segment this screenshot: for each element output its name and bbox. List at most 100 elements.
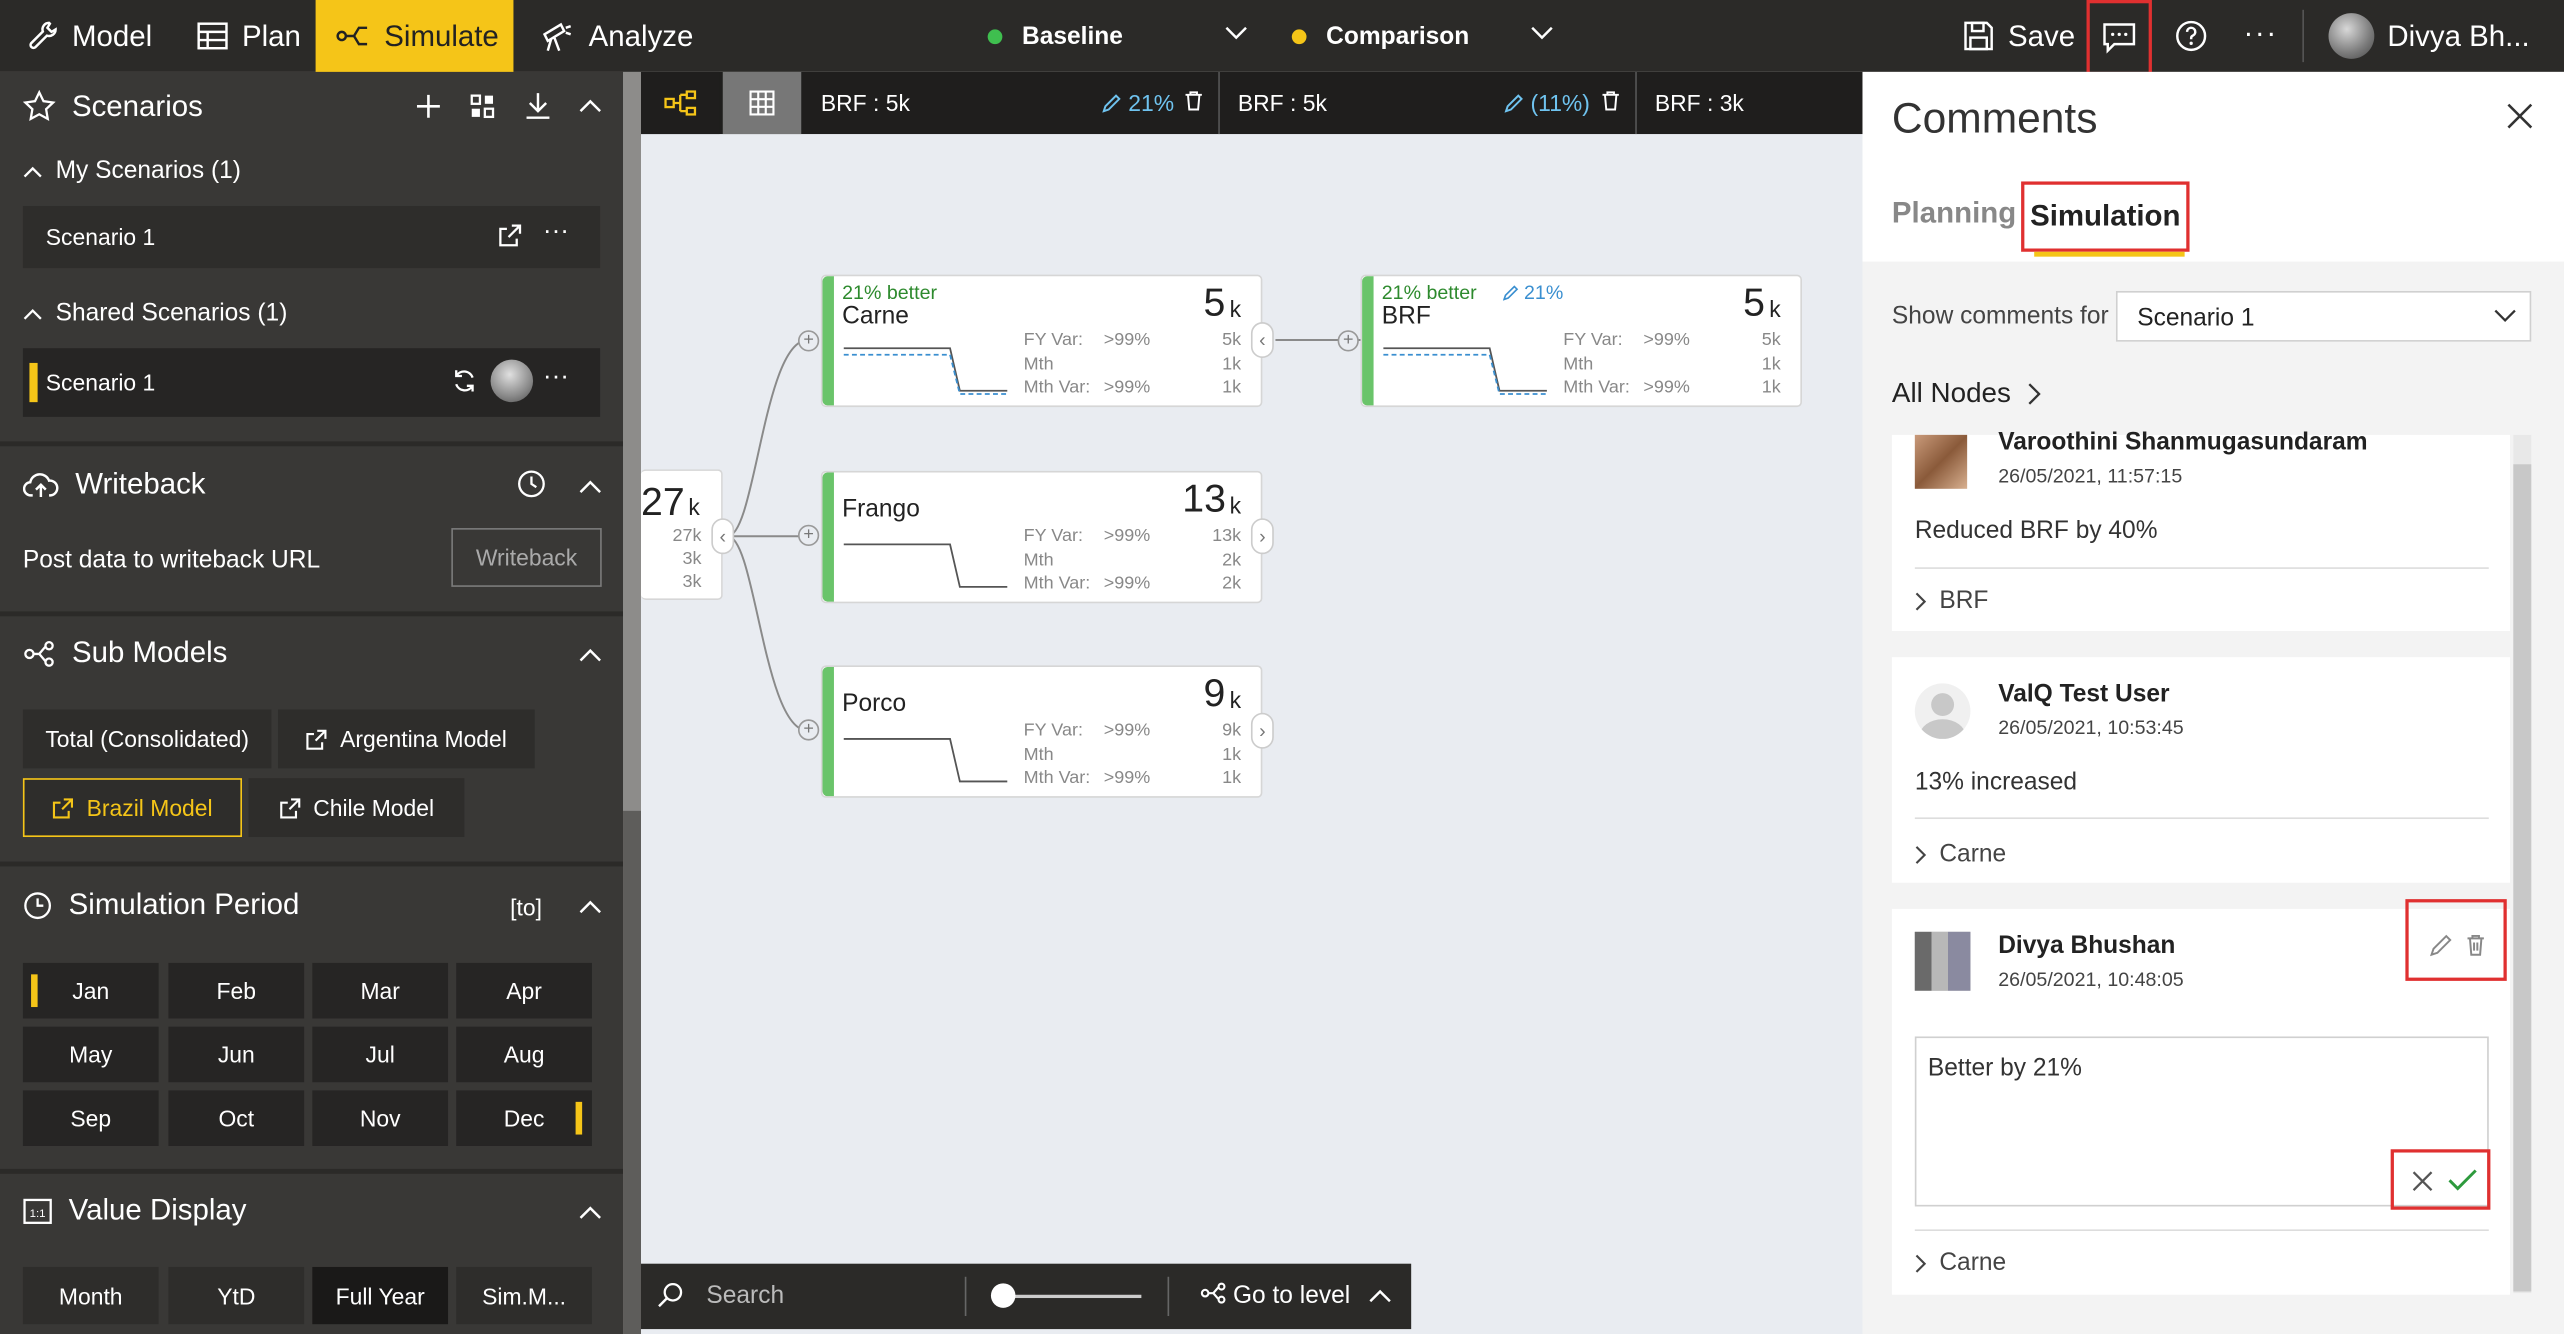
node-frango[interactable]: Frango 13 k FY Var: >99% 13k Mth 2k Mth Var: >99%… xyxy=(820,470,1263,604)
trash-icon[interactable] xyxy=(2466,933,2486,956)
zoom-slider-track[interactable] xyxy=(994,1294,1142,1299)
expand-carne[interactable]: + xyxy=(797,330,820,352)
search-input[interactable]: Search xyxy=(706,1282,784,1310)
period-range-marker[interactable] xyxy=(575,1101,583,1135)
tab-planning[interactable]: Planning xyxy=(1892,196,2016,230)
close-icon[interactable] xyxy=(2505,101,2534,130)
month-nov[interactable]: Nov xyxy=(312,1090,449,1146)
value-option-3[interactable]: Sim.M... xyxy=(456,1266,592,1325)
month-aug[interactable]: Aug xyxy=(456,1026,592,1083)
canvas-bottom-bar: Search Go to level xyxy=(640,1263,1412,1330)
add-scenario-icon[interactable] xyxy=(415,93,441,119)
collapse-arrow[interactable]: ‹ xyxy=(1250,322,1274,359)
month-dec[interactable]: Dec xyxy=(456,1090,592,1146)
download-icon[interactable] xyxy=(525,92,551,121)
chevron-up-icon[interactable] xyxy=(579,1205,602,1221)
chevron-up-icon[interactable] xyxy=(579,899,602,915)
expand-brf[interactable]: + xyxy=(1337,330,1359,352)
period-range-marker[interactable] xyxy=(31,974,38,1008)
layout-icon[interactable] xyxy=(469,93,495,119)
comment-node-link[interactable]: Carne xyxy=(1915,1249,2006,1277)
save-button[interactable]: Save xyxy=(1943,0,2080,72)
month-oct[interactable]: Oct xyxy=(168,1090,305,1146)
expand-arrow[interactable]: › xyxy=(1250,712,1274,749)
writeback-header[interactable]: Writeback xyxy=(22,468,206,502)
pencil-icon[interactable] xyxy=(2429,933,2453,957)
scenario-tab-2[interactable]: BRF : 5k (11%) xyxy=(1221,71,1637,135)
more-options-button[interactable]: ··· xyxy=(543,217,569,246)
submodels-header[interactable]: Sub Models xyxy=(23,636,227,670)
trash-icon[interactable] xyxy=(1184,90,1204,111)
month-sep[interactable]: Sep xyxy=(22,1090,159,1146)
month-may[interactable]: May xyxy=(22,1026,159,1083)
tree-view-button[interactable] xyxy=(640,71,720,135)
nav-analyze-label: Analyze xyxy=(588,18,694,52)
scenarios-header[interactable]: Scenarios xyxy=(22,88,203,124)
go-to-level-button[interactable]: Go to level xyxy=(1233,1282,1350,1310)
nav-plan[interactable]: Plan xyxy=(177,0,316,72)
submodel-brazil[interactable]: Brazil Model xyxy=(22,778,243,838)
chevron-up-icon[interactable] xyxy=(579,647,602,663)
comment-node-link[interactable]: BRF xyxy=(1915,587,1988,615)
comment-node-link[interactable]: Carne xyxy=(1915,840,2006,868)
month-feb[interactable]: Feb xyxy=(168,962,305,1019)
month-jun[interactable]: Jun xyxy=(168,1026,305,1083)
avatar xyxy=(1914,683,1971,739)
avatar[interactable] xyxy=(2328,13,2375,59)
nav-analyze[interactable]: Analyze xyxy=(520,0,700,72)
value-option-2[interactable]: Full Year xyxy=(312,1266,449,1325)
share-icon[interactable] xyxy=(497,222,523,248)
grid-view-button[interactable] xyxy=(722,71,802,135)
zoom-slider-thumb[interactable] xyxy=(990,1283,1015,1308)
month-mar[interactable]: Mar xyxy=(312,962,449,1019)
more-options-button[interactable]: ··· xyxy=(543,363,569,392)
cancel-edit-icon[interactable] xyxy=(2412,1171,2433,1192)
breadcrumb[interactable]: All Nodes xyxy=(1892,378,2041,411)
month-jul[interactable]: Jul xyxy=(312,1026,449,1083)
expand-porco[interactable]: + xyxy=(797,719,820,741)
history-icon[interactable] xyxy=(517,469,546,498)
node-porco[interactable]: Porco 9 k FY Var: >99% 9k Mth 1k Mth Var: >99% 1k xyxy=(820,665,1263,798)
shared-scenarios-header[interactable]: Shared Scenarios (1) xyxy=(23,299,287,327)
collapse-arrow[interactable]: ‹ xyxy=(711,518,735,555)
expand-arrow[interactable]: › xyxy=(1250,518,1274,555)
sidebar-scroll-thumb[interactable] xyxy=(623,71,641,811)
comparison-dropdown[interactable]: Comparison xyxy=(1291,0,1567,72)
scenario-filter-select[interactable]: Scenario 1 xyxy=(2115,290,2532,342)
writeback-button[interactable]: Writeback xyxy=(451,528,602,587)
confirm-edit-icon[interactable] xyxy=(2448,1169,2477,1192)
submodel-total-consolidated[interactable]: Total (Consolidated) xyxy=(22,709,272,769)
node-carne[interactable]: 21% better Carne 5 k FY Var: >99% 5k Mth 1k Mth V… xyxy=(820,274,1263,408)
trash-icon[interactable] xyxy=(1601,90,1621,111)
period-suffix[interactable]: [to] xyxy=(510,894,542,920)
more-options-button[interactable]: ··· xyxy=(2243,16,2277,50)
user-name[interactable]: Divya Bh... xyxy=(2387,20,2529,54)
expand-frango[interactable]: + xyxy=(797,524,820,547)
simulation-period-title: Simulation Period xyxy=(68,887,300,921)
nav-simulate[interactable]: Simulate xyxy=(315,0,514,72)
node-brf[interactable]: 21% better 21% BRF 5 k FY Var: >99% 5k Mth 1k Mth … xyxy=(1360,274,1802,408)
scenario-tab-3[interactable]: BRF : 3k xyxy=(1638,72,1862,134)
comments-scroll-thumb[interactable] xyxy=(2513,464,2532,1292)
simulation-period-header[interactable]: Simulation Period xyxy=(23,888,299,922)
help-icon[interactable] xyxy=(2175,20,2208,53)
value-display-header[interactable]: 1:1 Value Display xyxy=(23,1193,246,1227)
chevron-up-icon[interactable] xyxy=(1369,1288,1392,1303)
submodel-argentina[interactable]: Argentina Model xyxy=(277,709,535,769)
comments-button[interactable] xyxy=(2086,0,2152,76)
chevron-up-icon[interactable] xyxy=(579,479,602,495)
my-scenario-item[interactable]: Scenario 1 ··· xyxy=(22,205,601,269)
month-apr[interactable]: Apr xyxy=(456,962,592,1019)
tab-simulation[interactable]: Simulation xyxy=(2021,181,2190,252)
my-scenarios-header[interactable]: My Scenarios (1) xyxy=(23,157,241,185)
shared-scenario-item[interactable]: Scenario 1 ··· xyxy=(22,348,601,417)
chevron-up-icon[interactable] xyxy=(579,98,602,114)
sync-icon[interactable] xyxy=(451,368,477,394)
baseline-dropdown[interactable]: Baseline xyxy=(987,0,1259,72)
value-option-0[interactable]: Month xyxy=(22,1266,159,1325)
value-option-1[interactable]: YtD xyxy=(168,1266,305,1325)
nav-model[interactable]: Model xyxy=(7,0,177,72)
month-jan[interactable]: Jan xyxy=(22,962,159,1019)
scenario-tab-1[interactable]: BRF : 5k 21% xyxy=(805,71,1220,135)
submodel-chile[interactable]: Chile Model xyxy=(248,778,465,838)
